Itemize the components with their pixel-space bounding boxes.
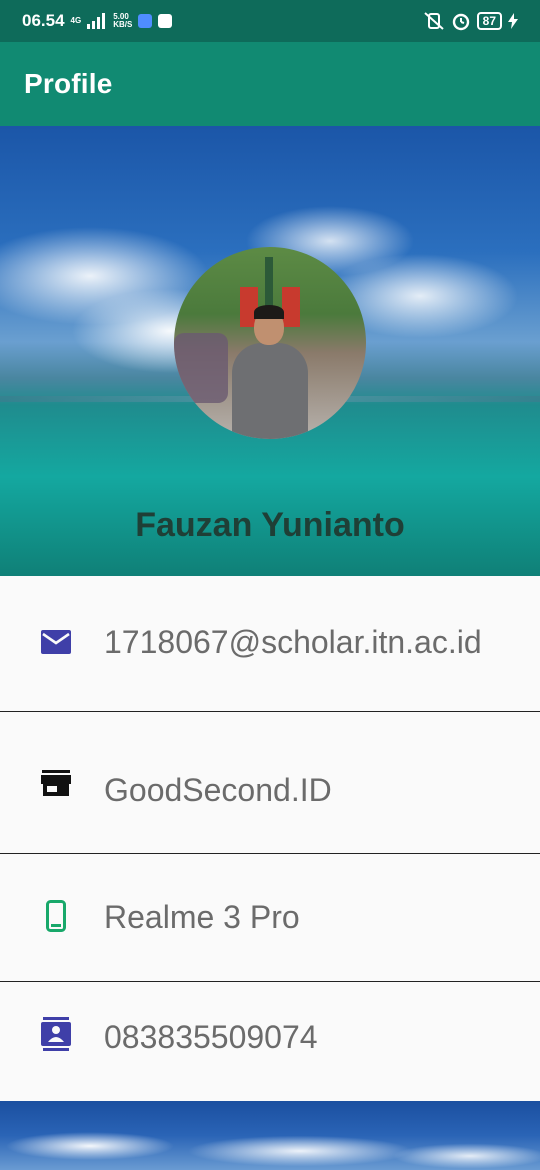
profile-avatar[interactable] — [174, 247, 366, 439]
vibrate-off-icon — [423, 12, 444, 30]
signal-icon — [87, 13, 106, 29]
alarm-icon — [452, 13, 469, 31]
email-icon — [40, 626, 72, 658]
network-speed-unit: KB/S — [113, 20, 133, 29]
device-row[interactable]: Realme 3 Pro — [0, 854, 540, 981]
profile-header-background: Fauzan Yunianto — [0, 126, 540, 576]
footer-sky-image — [0, 1101, 540, 1170]
battery-level: 87 — [476, 12, 502, 30]
drive-icon — [158, 14, 173, 28]
profile-name: Fauzan Yunianto — [135, 506, 405, 544]
page-title: Profile — [24, 68, 113, 99]
network-type: 4G — [70, 16, 82, 25]
phone-row[interactable]: 083835509074 — [0, 982, 540, 1101]
store-row[interactable]: GoodSecond.ID — [0, 712, 540, 853]
status-right: 87 — [423, 11, 518, 31]
contact-card-icon — [40, 1017, 72, 1051]
status-time: 06.54 — [22, 11, 65, 30]
app-bar: Profile — [0, 42, 540, 126]
store-icon — [40, 767, 72, 799]
smartphone-icon — [40, 900, 72, 932]
status-left: 06.54 4G 5.00 KB/S — [22, 11, 173, 31]
store-text: GoodSecond.ID — [104, 772, 332, 808]
charging-icon — [508, 13, 518, 29]
status-bar: 06.54 4G 5.00 KB/S 87 — [0, 0, 540, 42]
email-row[interactable]: 1718067@scholar.itn.ac.id — [0, 576, 540, 711]
vpn-icon — [138, 14, 153, 28]
email-text: 1718067@scholar.itn.ac.id — [104, 624, 482, 660]
device-text: Realme 3 Pro — [104, 899, 300, 935]
phone-text: 083835509074 — [104, 1019, 318, 1055]
